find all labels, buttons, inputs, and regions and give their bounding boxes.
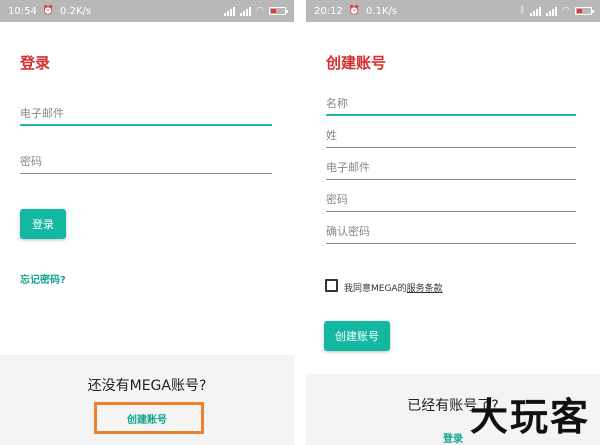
confirm-password-field[interactable] — [326, 220, 576, 244]
signal-icon — [224, 6, 236, 16]
terms-link[interactable]: 服务条款 — [407, 284, 443, 294]
password-input[interactable] — [326, 188, 576, 211]
footer-prompt: 还没有MEGA账号? — [87, 378, 207, 394]
email-input[interactable] — [20, 102, 272, 125]
status-bar: 20:12 ⏰ 0.1K/s ᛒ ◠ — [306, 0, 600, 22]
surname-field[interactable] — [326, 124, 576, 148]
alarm-icon: ⏰ — [348, 5, 361, 16]
name-field[interactable] — [326, 92, 576, 116]
email-field[interactable] — [20, 102, 272, 126]
status-time: 10:54 — [8, 5, 37, 17]
signal-icon — [546, 6, 558, 16]
bluetooth-icon: ᛒ — [519, 5, 526, 16]
watermark-logo: 大玩客 — [469, 394, 590, 439]
status-bar: 10:54 ⏰ 0.2K/s ◠ — [0, 0, 294, 22]
password-field[interactable] — [20, 150, 272, 174]
battery-icon — [575, 7, 594, 15]
terms-checkbox[interactable] — [325, 279, 338, 292]
name-input[interactable] — [326, 92, 576, 115]
forgot-password-link[interactable]: 忘记密码? — [20, 271, 66, 286]
signal-icon — [240, 6, 252, 16]
email-input[interactable] — [326, 156, 576, 179]
battery-icon — [269, 7, 288, 15]
confirm-password-input[interactable] — [326, 220, 576, 243]
alarm-icon: ⏰ — [42, 5, 55, 16]
surname-input[interactable] — [326, 124, 576, 147]
divider — [294, 0, 306, 445]
password-input[interactable] — [20, 150, 272, 173]
status-time: 20:12 — [314, 5, 343, 17]
wifi-icon: ◠ — [256, 5, 264, 16]
email-field[interactable] — [326, 156, 576, 180]
terms-text: 我同意MEGA的服务条款 — [344, 281, 443, 294]
wifi-icon: ◠ — [562, 5, 570, 16]
password-field[interactable] — [326, 188, 576, 212]
page-title: 创建账号 — [326, 54, 387, 72]
terms-prefix: 我同意MEGA的 — [344, 284, 407, 294]
highlight-box — [94, 402, 204, 434]
signal-icon — [530, 6, 542, 16]
login-screen: 10:54 ⏰ 0.2K/s ◠ 登录 登录 忘记密码? 还没有MEGA账号? … — [0, 0, 294, 445]
network-speed: 0.1K/s — [366, 5, 398, 17]
create-account-button[interactable]: 创建账号 — [324, 321, 390, 351]
page-title: 登录 — [20, 54, 51, 72]
login-button[interactable]: 登录 — [20, 209, 66, 239]
signup-screen: 20:12 ⏰ 0.1K/s ᛒ ◠ 创建账号 我同意MEGA的服务条款 创建账… — [306, 0, 600, 445]
network-speed: 0.2K/s — [60, 5, 92, 17]
